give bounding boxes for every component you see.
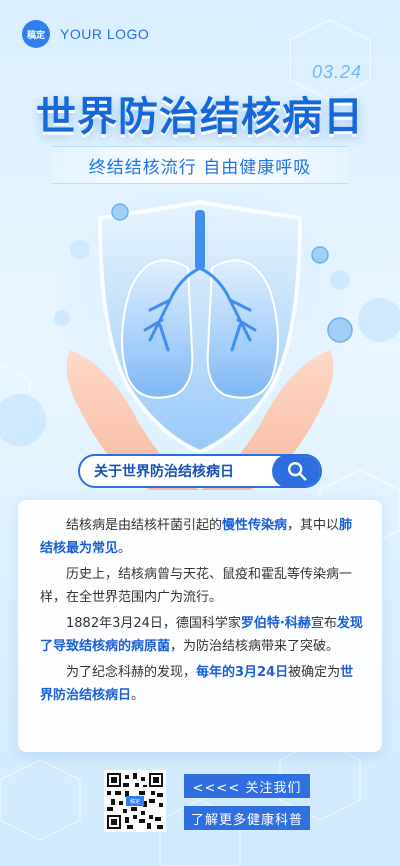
learn-more-button[interactable]: 了解更多健康科普 (184, 806, 310, 830)
subtitle-banner: 终结结核流行 自由健康呼吸 (52, 146, 348, 184)
brand-logo: 稿定 YOUR LOGO (22, 20, 149, 48)
paragraph-4: 为了纪念科赫的发现，每年的3月24日被确定为世界防治结核病日。 (40, 661, 364, 707)
lungs-illustration (0, 180, 400, 490)
highlight-text: 慢性传染病 (222, 518, 288, 533)
event-date: 03.24 (311, 62, 362, 82)
paragraph-2: 历史上，结核病曾与天花、鼠疫和霍乱等传染病一样，在全世界范围内广为流行。 (40, 567, 353, 605)
text: 被确定为 (288, 665, 341, 680)
subtitle-text: 终结结核流行 自由健康呼吸 (88, 157, 312, 178)
article-card: 结核病是由结核杆菌引起的慢性传染病，其中以肺结核最为常见。 历史上，结核病曾与天… (18, 500, 382, 752)
text: 结核病是由结核杆菌引起的 (66, 518, 223, 533)
text: 1882年3月24日，德国科学家 (66, 616, 241, 631)
highlight-text: 罗伯特·科赫 (240, 616, 311, 631)
highlight-text: 每年的3月24日 (196, 665, 289, 680)
qr-badge: 稿定 (126, 796, 144, 806)
logo-badge: 稿定 (22, 20, 50, 48)
page-title: 世界防治结核病日 (36, 94, 364, 140)
text: ，其中以 (287, 518, 340, 533)
follow-us-button[interactable]: <<<< 关注我们 (184, 774, 310, 798)
paragraph-1: 结核病是由结核杆菌引起的慢性传染病，其中以肺结核最为常见。 (40, 514, 364, 560)
paragraph-3: 1882年3月24日，德国科学家罗伯特·科赫宣布发现了导致结核病的病原菌，为防治… (40, 612, 364, 658)
text: 宣布 (310, 616, 337, 631)
search-icon (288, 462, 307, 481)
search-button[interactable] (272, 456, 320, 486)
logo-text: YOUR LOGO (60, 26, 150, 42)
text: 。 (131, 688, 145, 703)
text: 。 (118, 541, 132, 556)
footer: 稿定 <<<< 关注我们 了解更多健康科普 (0, 770, 400, 840)
search-label: 关于世界防治结核病日 (94, 464, 234, 480)
text: 为了纪念科赫的发现， (66, 665, 197, 680)
text: ，为防治结核病带来了突破。 (170, 639, 340, 654)
search-bar[interactable]: 关于世界防治结核病日 (78, 454, 322, 488)
